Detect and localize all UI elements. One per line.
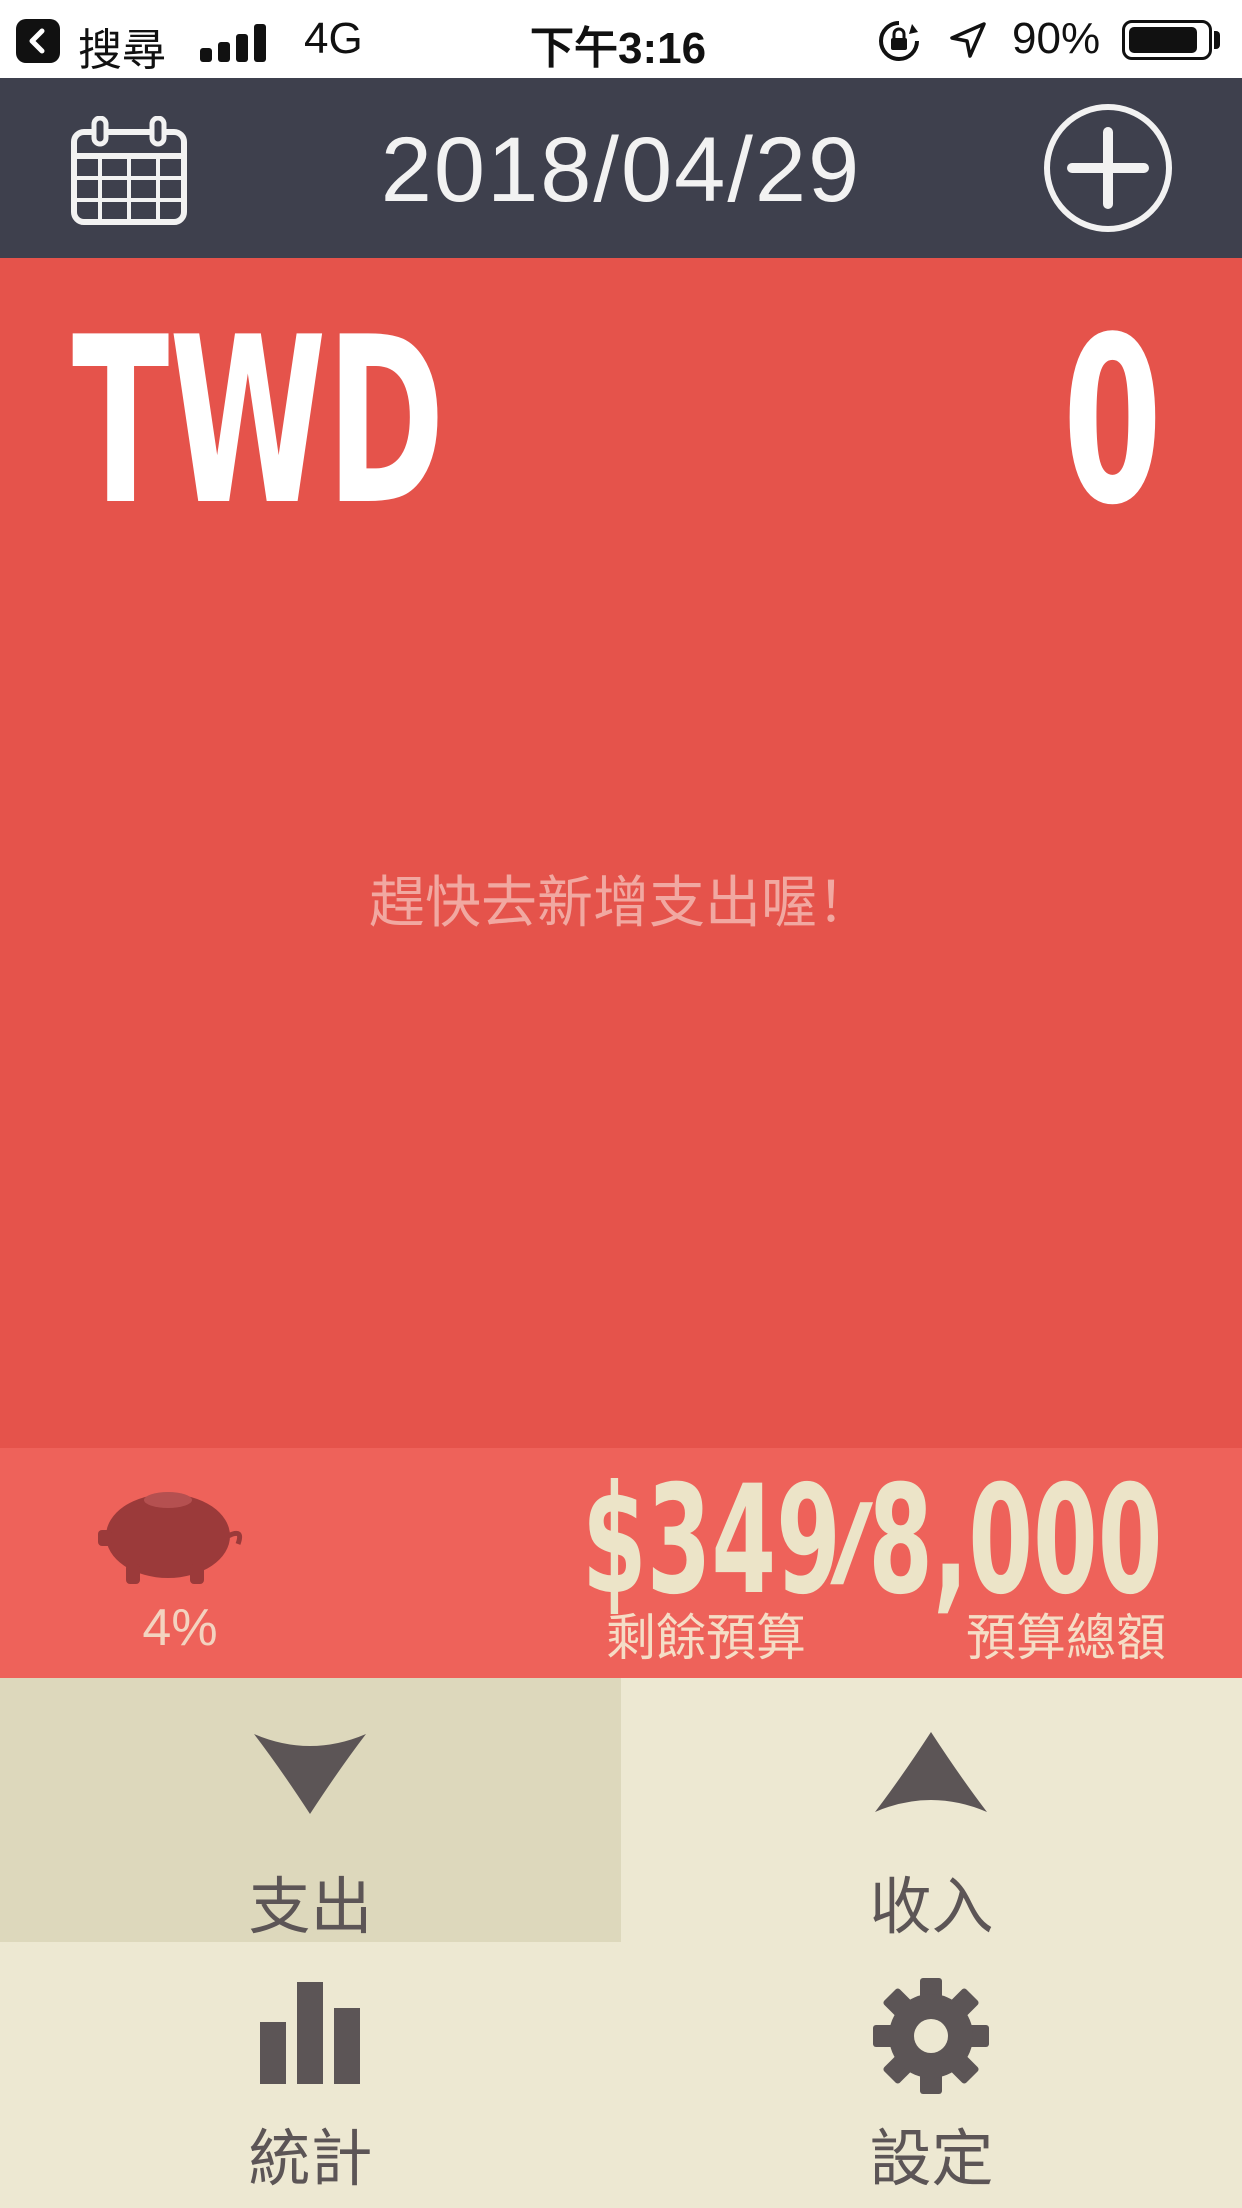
signal-icon (200, 22, 270, 62)
total-budget-value: 8,000 (867, 1454, 1162, 1628)
rotation-lock-icon (879, 21, 919, 61)
nav-expense-label: 支出 (248, 1873, 373, 1942)
status-bar: 搜尋 4G 下午3:16 90% (0, 0, 1242, 78)
battery-percent: 90% (1012, 14, 1101, 63)
status-time: 下午3:16 (530, 24, 707, 73)
total-budget-label: 預算總額 (966, 1610, 1166, 1666)
back-icon[interactable] (16, 19, 60, 63)
daily-summary-panel: TWD 0 趕快去新增支出喔！ (0, 258, 1242, 1448)
budget-used-percent: 4% (142, 1599, 218, 1657)
nav-income-button[interactable]: 收入 (621, 1678, 1242, 1942)
budget-bar[interactable]: 4% $349 / 8,000 剩餘預算 預算總額 (0, 1448, 1242, 1678)
piggy-bank-icon (98, 1492, 243, 1584)
bottom-nav-grid: 支出 收入 統計 設定 (0, 1678, 1242, 2208)
nav-settings-label: 設定 (869, 2125, 994, 2194)
battery-tip (1214, 31, 1220, 49)
network-type: 4G (304, 14, 363, 63)
chevron-up-icon (875, 1732, 987, 1812)
nav-stats-button[interactable]: 統計 (0, 1942, 621, 2208)
bar-chart-icon (260, 1982, 360, 2084)
nav-income-label: 收入 (869, 1873, 994, 1942)
battery-icon (1122, 20, 1212, 60)
back-to-search-link[interactable]: 搜尋 (78, 14, 166, 78)
chevron-down-icon (254, 1734, 366, 1814)
remaining-budget-label: 剩餘預算 (606, 1610, 806, 1666)
empty-state-hint: 趕快去新增支出喔！ (369, 871, 873, 934)
nav-settings-button[interactable]: 設定 (621, 1942, 1242, 2208)
remaining-budget-value: $349 (582, 1454, 841, 1628)
location-arrow-icon (950, 22, 986, 58)
nav-expense-button[interactable]: 支出 (0, 1678, 621, 1942)
daily-total-amount: 0 (1062, 289, 1162, 556)
header-bar: 2018/04/29 (0, 78, 1242, 258)
nav-stats-label: 統計 (248, 2125, 373, 2194)
gear-icon (873, 1978, 989, 2094)
currency-code: TWD (72, 289, 445, 556)
plus-circle-icon[interactable] (1042, 102, 1174, 234)
